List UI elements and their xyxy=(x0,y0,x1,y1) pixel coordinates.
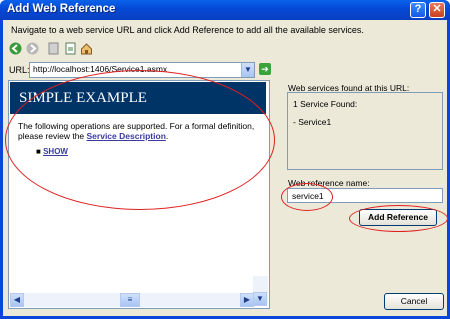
add-web-reference-dialog: Add Web Reference ? ✕ Navigate to a web … xyxy=(0,0,450,319)
scroll-down-icon[interactable]: ▼ xyxy=(253,292,267,306)
reference-name-label: Web reference name: xyxy=(288,178,370,188)
scroll-right-icon[interactable]: ▶ xyxy=(240,293,254,307)
instructions-text: Navigate to a web service URL and click … xyxy=(11,25,364,35)
horizontal-scrollbar[interactable]: ◀ ≡ ▶ xyxy=(10,293,254,307)
cancel-button[interactable]: Cancel xyxy=(384,293,444,310)
bullet-icon: ■ xyxy=(36,147,41,156)
url-input[interactable]: http://localhost:1406/Service1.asmx ▼ xyxy=(29,62,255,78)
service-item: - Service1 xyxy=(293,117,332,127)
window-title: Add Web Reference xyxy=(7,3,116,15)
browser-pane: SIMPLE EXAMPLE The following operations … xyxy=(8,80,270,309)
forward-icon[interactable] xyxy=(26,42,39,55)
url-value: http://localhost:1406/Service1.asmx xyxy=(33,64,168,74)
operation-link-show[interactable]: SHOW xyxy=(43,147,68,156)
refresh-icon[interactable] xyxy=(64,42,77,55)
close-icon[interactable]: ✕ xyxy=(429,2,445,18)
home-icon[interactable] xyxy=(80,42,93,55)
service-count: 1 Service Found: xyxy=(293,99,358,109)
operation-list-item: ■ SHOW xyxy=(36,147,68,156)
back-icon[interactable] xyxy=(9,42,22,55)
go-icon[interactable]: ➔ xyxy=(259,63,271,75)
add-reference-button[interactable]: Add Reference xyxy=(359,209,437,226)
reference-name-input[interactable]: service1 xyxy=(287,188,443,203)
service-description-link[interactable]: Service Description xyxy=(87,131,166,141)
url-label: URL: xyxy=(9,65,30,75)
chevron-down-icon[interactable]: ▼ xyxy=(241,63,254,77)
title-bar: Add Web Reference ? ✕ xyxy=(0,0,450,20)
page-description: The following operations are supported. … xyxy=(18,121,263,141)
vertical-scrollbar[interactable]: ▼ xyxy=(253,276,268,306)
scroll-left-icon[interactable]: ◀ xyxy=(10,293,24,307)
services-found-box: 1 Service Found: - Service1 xyxy=(287,92,443,170)
page-banner: SIMPLE EXAMPLE xyxy=(10,82,266,114)
stop-icon[interactable] xyxy=(47,42,60,55)
description-end: . xyxy=(165,131,169,141)
help-icon[interactable]: ? xyxy=(410,2,426,18)
scroll-thumb[interactable]: ≡ xyxy=(120,293,140,307)
page-title: SIMPLE EXAMPLE xyxy=(19,90,147,106)
